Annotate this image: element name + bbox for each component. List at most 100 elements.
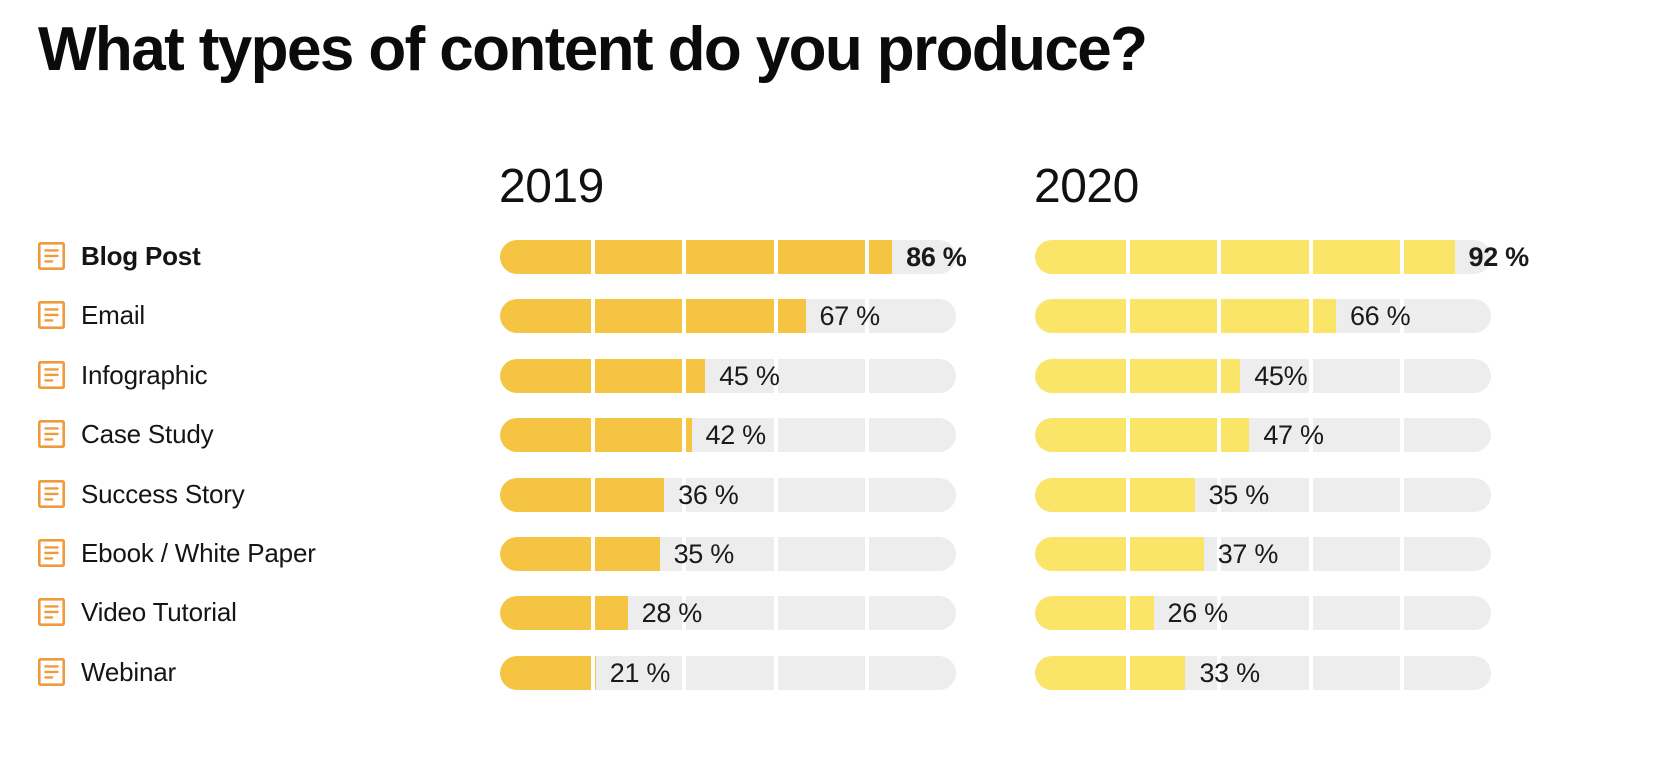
document-icon [38, 242, 65, 270]
bar-segment-divider [864, 358, 869, 393]
bar-segment-divider [864, 536, 869, 571]
bar-value-2020: 47 % [1263, 420, 1324, 451]
bar-value-2019: 35 % [673, 538, 735, 569]
bar-segment-divider [1399, 240, 1404, 274]
bar-segment-divider [1399, 358, 1404, 393]
bar-segment-divider [591, 596, 596, 631]
bar-segment-divider [591, 536, 596, 571]
bar-value-2019: 21 % [609, 657, 671, 688]
bar-segment-divider [773, 240, 778, 274]
row-label-text: Blog Post [81, 241, 201, 271]
bar-segment-divider [1217, 418, 1222, 453]
bar-segment-divider [773, 536, 778, 571]
bar-value-2019: 45 % [719, 360, 780, 391]
bar-segment-divider [1399, 655, 1404, 690]
bar-segment-divider [864, 477, 869, 512]
bar-track-2019 [500, 655, 956, 690]
bar-group-2020: 35 % [1035, 477, 1491, 512]
bar-segment-divider [1217, 299, 1222, 334]
document-icon [38, 538, 65, 567]
column-header-2020: 2020 [1034, 160, 1139, 213]
bar-segment-divider [1126, 536, 1131, 571]
bar-track-2019 [500, 240, 956, 274]
bar-segment-divider [773, 655, 778, 690]
row-label-group: Infographic [38, 355, 208, 395]
bar-group-2020: 33 % [1035, 655, 1491, 690]
bar-segment-divider [682, 358, 687, 393]
bar-fill-2020 [1035, 477, 1195, 512]
bar-value-2020: 33 % [1199, 657, 1260, 688]
bar-fill-2020 [1035, 536, 1204, 571]
bar-value-2019: 86 % [906, 242, 967, 272]
document-icon [38, 420, 65, 449]
bar-segment-divider [682, 418, 687, 453]
row-label-text: Video Tutorial [81, 597, 237, 628]
bar-segment-divider [682, 655, 687, 690]
bar-segment-divider [773, 418, 778, 453]
bar-segment-divider [591, 477, 596, 512]
bar-segment-divider [1217, 358, 1222, 393]
bar-track-2020 [1035, 240, 1491, 274]
row-label-group: Blog Post [38, 236, 201, 276]
bar-segment-divider [1126, 299, 1131, 334]
bar-value-2019: 28 % [641, 598, 703, 629]
bar-fill-2019 [500, 596, 628, 631]
bar-value-2020: 66 % [1349, 301, 1411, 332]
bar-segment-divider [1308, 358, 1313, 393]
table-row-0: Blog Post 86 % 92 % [0, 236, 1662, 295]
row-label-group: Success Story [38, 474, 245, 514]
bar-segment-divider [864, 596, 869, 631]
bar-group-2020: 45% [1035, 358, 1491, 393]
bar-segment-divider [773, 299, 778, 334]
bar-group-2020: 66 % [1035, 299, 1491, 334]
bar-segment-divider [773, 596, 778, 631]
bar-fill-2019 [500, 536, 660, 571]
row-label-group: Case Study [38, 414, 214, 454]
bar-segment-divider [1308, 536, 1313, 571]
bar-track-2019 [500, 299, 956, 334]
bar-value-2019: 67 % [819, 301, 881, 332]
row-label-text: Infographic [81, 359, 208, 390]
table-row-6: Video Tutorial 28 % 26 % [0, 592, 1662, 651]
bar-group-2020: 92 % [1035, 240, 1529, 274]
table-row-1: Email 67 % 66 % [0, 295, 1662, 354]
bar-segment-divider [1399, 418, 1404, 453]
bar-group-2019: 21 % [500, 655, 956, 690]
bar-group-2020: 47 % [1035, 418, 1491, 453]
bar-segment-divider [1399, 477, 1404, 512]
row-label-text: Case Study [81, 419, 214, 450]
bar-segment-divider [591, 655, 596, 690]
bar-segment-divider [1399, 536, 1404, 571]
row-label-text: Success Story [81, 478, 245, 509]
row-label-group: Video Tutorial [38, 592, 237, 632]
bar-segment-divider [1126, 418, 1131, 453]
bar-track-2020 [1035, 299, 1491, 334]
bar-fill-2019 [500, 655, 596, 690]
bar-group-2019: 28 % [500, 596, 956, 631]
bar-fill-2020 [1035, 358, 1241, 393]
bar-group-2019: 67 % [500, 299, 956, 334]
bar-fill-2020 [1035, 299, 1336, 334]
bar-track-2019 [500, 596, 956, 631]
bar-track-2020 [1035, 596, 1491, 631]
bar-segment-divider [1126, 240, 1131, 274]
bar-value-2020: 37 % [1217, 538, 1279, 569]
row-label-text: Email [81, 300, 146, 331]
bar-segment-divider [1308, 240, 1313, 274]
bar-value-2020: 35 % [1208, 479, 1270, 510]
bar-segment-divider [864, 418, 869, 453]
bar-group-2019: 35 % [500, 536, 956, 571]
column-header-2019: 2019 [499, 160, 604, 213]
bar-segment-divider [864, 240, 869, 274]
bar-track-2020 [1035, 655, 1491, 690]
bar-segment-divider [591, 418, 596, 453]
bar-segment-divider [1217, 240, 1222, 274]
bar-fill-2020 [1035, 596, 1154, 631]
bar-group-2019: 36 % [500, 477, 956, 512]
bar-fill-2020 [1035, 240, 1455, 274]
chart-rows: Blog Post 86 % 92 % Email 67 % 66 % Info… [0, 236, 1662, 711]
table-row-5: Ebook / White Paper 35 % 37 % [0, 533, 1662, 592]
page-title: What types of content do you produce? [38, 15, 1148, 84]
document-icon [38, 479, 65, 508]
bar-group-2019: 42 % [500, 418, 956, 453]
